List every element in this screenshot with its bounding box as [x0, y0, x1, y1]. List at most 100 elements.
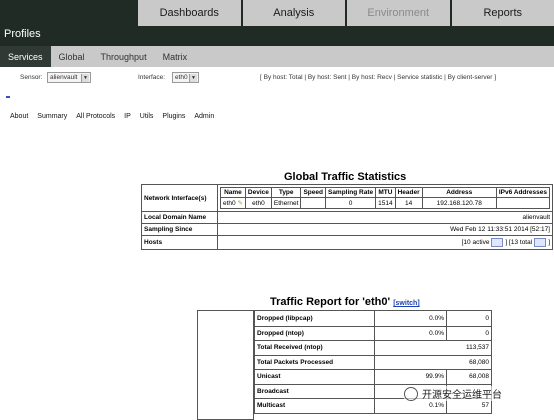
menu-admin[interactable]: Admin	[194, 113, 214, 120]
ntop-menu: About Summary All Protocols IP Utils Plu…	[10, 113, 214, 120]
interface-table: Name Device Type Speed Sampling Rate MTU…	[220, 187, 551, 209]
iface-ipv6	[495, 197, 551, 209]
interface-select-value: eth0	[175, 74, 188, 81]
sampling-since-value: Wed Feb 12 11:33:51 2014 [52:17]	[450, 226, 550, 233]
iface-sampling-rate: 0	[324, 197, 377, 209]
local-domain-label: Local Domain Name	[142, 212, 218, 223]
nav-dashboards[interactable]: Dashboards	[138, 0, 241, 26]
chart-icon[interactable]	[534, 238, 547, 247]
network-interfaces-label: Network Interface(s)	[142, 185, 218, 211]
row-label: Total Received (ntop)	[255, 341, 375, 355]
sensor-select-value: alienvault	[50, 74, 78, 81]
menu-about[interactable]: About	[10, 113, 28, 120]
global-stats-table: Network Interface(s) Name Device Type Sp…	[141, 184, 553, 250]
traffic-report-title-text: Traffic Report for 'eth0'	[270, 296, 391, 308]
subtab-global[interactable]: Global	[51, 46, 93, 67]
row-value: 68,080	[469, 358, 489, 366]
chart-icon[interactable]	[491, 238, 504, 247]
switch-link[interactable]: [switch]	[393, 300, 419, 307]
row-percent: 0.1%	[375, 399, 447, 413]
iface-mtu: 1514	[375, 197, 396, 209]
menu-ip[interactable]: IP	[124, 113, 131, 120]
table-header-row: Name Device Type Speed Sampling Rate MTU…	[220, 187, 551, 198]
nav-analysis[interactable]: Analysis	[240, 0, 345, 26]
iface-speed	[300, 197, 326, 209]
col-header: Header	[394, 187, 423, 198]
traffic-report-title: Traffic Report for 'eth0' [switch]	[270, 296, 420, 308]
chevron-down-icon: ▼	[189, 74, 197, 82]
table-row: Network Interface(s) Name Device Type Sp…	[142, 185, 552, 211]
col-ipv6: IPv6 Addresses	[495, 187, 551, 198]
traffic-chart-cell	[197, 310, 254, 420]
table-row: Total Packets Processed 68,080	[255, 354, 491, 369]
col-mtu: MTU	[375, 187, 396, 198]
table-row: Dropped (libpcap) 0.0% 0	[255, 311, 491, 326]
subtab-services[interactable]: Services	[0, 46, 51, 67]
table-row: Sampling Since Wed Feb 12 11:33:51 2014 …	[142, 223, 552, 235]
nav-environment[interactable]: Environment	[345, 0, 450, 26]
menu-all-protocols[interactable]: All Protocols	[76, 113, 115, 120]
table-row: Dropped (ntop) 0.0% 0	[255, 325, 491, 340]
sensor-label: Sensor:	[20, 74, 43, 81]
menu-plugins[interactable]: Plugins	[162, 113, 185, 120]
subtab-matrix[interactable]: Matrix	[155, 46, 196, 67]
interface-select[interactable]: eth0 ▼	[172, 72, 199, 83]
table-row: Local Domain Name alienvault	[142, 211, 552, 223]
main-nav: Dashboards Analysis Environment Reports	[138, 0, 554, 26]
watermark: 开源安全运维平台	[404, 386, 502, 401]
blue-marker	[6, 96, 10, 98]
row-percent: 0.0%	[375, 326, 447, 340]
hosts-active[interactable]: [10 active	[462, 239, 490, 246]
top-header: Dashboards Analysis Environment Reports …	[0, 0, 554, 46]
sampling-since-label: Sampling Since	[142, 224, 218, 235]
menu-utils[interactable]: Utils	[140, 113, 154, 120]
hosts-label: Hosts	[142, 236, 218, 249]
sensor-select[interactable]: alienvault ▼	[47, 72, 91, 83]
hosts-total[interactable]: ] [13 total	[505, 239, 532, 246]
col-name: Name	[220, 187, 246, 198]
pencil-icon[interactable]: ✎	[237, 200, 242, 207]
iface-address: 192.168.120.78	[421, 197, 497, 209]
view-links[interactable]: [ By host: Total | By host: Sent | By ho…	[260, 74, 496, 81]
iface-header: 14	[394, 197, 423, 209]
row-percent: 0.0%	[375, 311, 447, 326]
table-row: Total Received (ntop) 113,537	[255, 340, 491, 355]
col-address: Address	[421, 187, 497, 198]
table-row: eth0 ✎ eth0 Ethernet 0 1514 14 192.168.1…	[220, 197, 551, 209]
hosts-end: ]	[548, 239, 550, 246]
col-device: Device	[244, 187, 272, 198]
page-title: Profiles	[4, 28, 41, 40]
row-label: Broadcast	[255, 384, 375, 398]
row-label: Multicast	[255, 399, 375, 413]
table-row: Unicast 99.9% 68,008	[255, 369, 491, 384]
row-value: 0	[485, 314, 489, 322]
row-label: Unicast	[255, 370, 375, 384]
col-type: Type	[270, 187, 302, 198]
row-value: 57	[481, 402, 489, 410]
nav-reports[interactable]: Reports	[449, 0, 554, 26]
row-value: 68,008	[469, 373, 489, 381]
menu-summary[interactable]: Summary	[37, 113, 67, 120]
global-stats-title: Global Traffic Statistics	[284, 171, 407, 183]
wechat-logo-icon	[404, 386, 418, 401]
row-value: 0	[485, 329, 489, 337]
row-label: Total Packets Processed	[255, 355, 375, 369]
interface-cell: Name Device Type Speed Sampling Rate MTU…	[218, 185, 552, 211]
filter-row: Sensor: alienvault ▼ Interface: eth0 ▼ […	[0, 70, 554, 88]
col-speed: Speed	[300, 187, 326, 198]
row-label: Dropped (ntop)	[255, 326, 375, 340]
iface-name: eth0	[223, 200, 236, 207]
sub-nav: Services Global Throughput Matrix	[0, 46, 554, 67]
local-domain-value: alienvault	[522, 214, 550, 221]
row-label: Dropped (libpcap)	[255, 311, 375, 326]
subtab-throughput[interactable]: Throughput	[93, 46, 155, 67]
iface-device: eth0	[244, 197, 272, 209]
col-sampling-rate: Sampling Rate	[324, 187, 377, 198]
row-value: 113,537	[465, 344, 489, 352]
hosts-value: [10 active ] [13 total ]	[218, 236, 552, 249]
interface-label: Interface:	[138, 74, 166, 81]
watermark-text: 开源安全运维平台	[422, 390, 502, 401]
chevron-down-icon: ▼	[81, 74, 89, 82]
table-row: Hosts [10 active ] [13 total ]	[142, 235, 552, 249]
iface-type: Ethernet	[270, 197, 302, 209]
